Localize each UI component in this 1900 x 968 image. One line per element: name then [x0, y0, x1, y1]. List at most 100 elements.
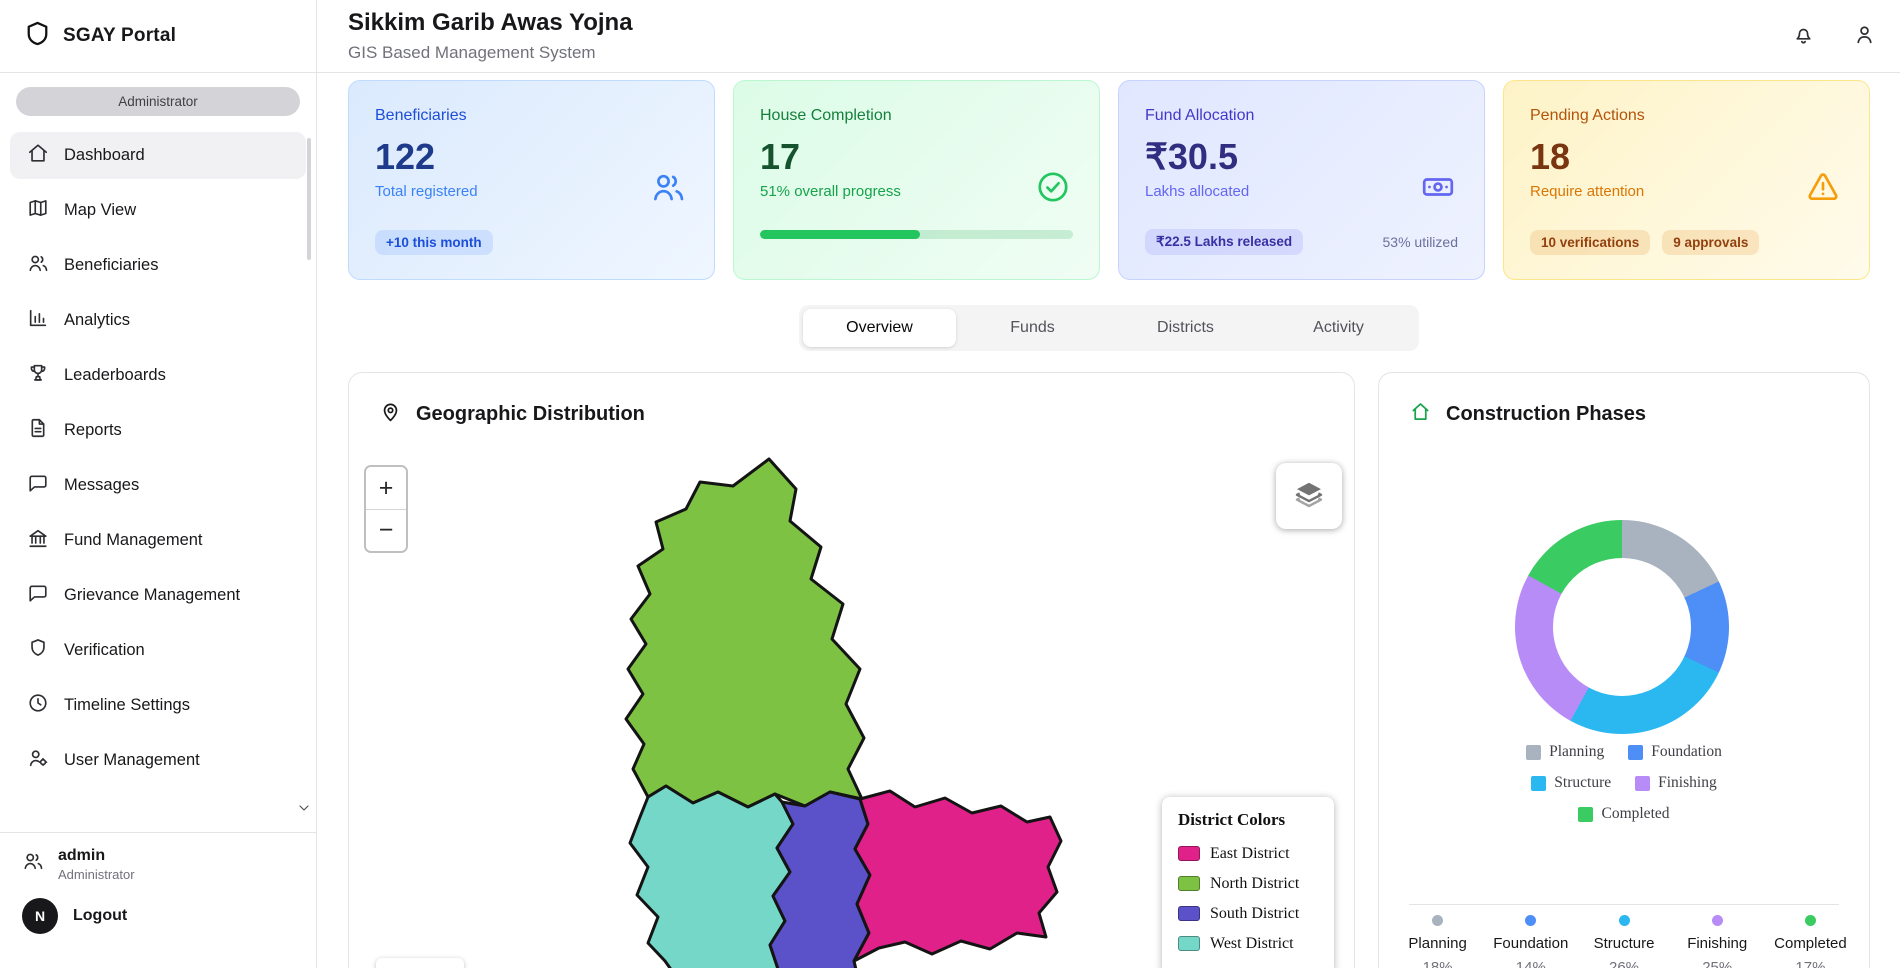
logout-button[interactable]: N Logout — [22, 898, 294, 934]
sidebar-item-label: Reports — [64, 421, 122, 440]
stat-subtitle: Lakhs allocated — [1145, 183, 1458, 200]
phases-stats-row: Planning 18% Foundation 14% Structure 26… — [1391, 915, 1857, 968]
map-canvas[interactable]: + − District Colors East District North … — [349, 455, 1354, 968]
sidebar-item-user-management[interactable]: User Management — [10, 737, 306, 784]
map-zoom-control: + − — [364, 465, 408, 553]
geographic-distribution-panel: Geographic Distribution + − — [348, 372, 1355, 968]
map-layers-control[interactable] — [1276, 463, 1342, 529]
bar-chart-icon — [27, 307, 49, 334]
district-shape-east[interactable] — [854, 791, 1061, 961]
map-pin-icon — [379, 400, 402, 428]
tab-overview[interactable]: Overview — [803, 309, 956, 347]
completion-progress-bar — [760, 230, 1073, 239]
role-badge: Administrator — [16, 87, 300, 116]
stat-value: ₹30.5 — [1145, 137, 1458, 177]
app-title: SGAY Portal — [63, 25, 176, 47]
zoom-in-button[interactable]: + — [366, 467, 406, 509]
finishing-dot — [1712, 915, 1723, 926]
sidebar-item-label: Beneficiaries — [64, 256, 158, 275]
stat-value: 17 — [760, 137, 1073, 177]
user-role: Administrator — [58, 867, 135, 882]
phases-panel-title: Construction Phases — [1446, 403, 1646, 426]
sidebar-logo: SGAY Portal — [0, 0, 316, 73]
legend-label: East District — [1210, 845, 1290, 863]
app-root: SGAY Portal Administrator Dashboard Map … — [0, 0, 1900, 968]
approvals-badge: 9 approvals — [1662, 230, 1759, 255]
tab-activity[interactable]: Activity — [1262, 309, 1415, 347]
user-name: admin — [58, 847, 135, 865]
tab-funds[interactable]: Funds — [956, 309, 1109, 347]
legend-item-west: West District — [1178, 931, 1318, 956]
phase-label: Structure — [1594, 935, 1655, 952]
foundation-swatch — [1628, 745, 1643, 760]
planning-swatch — [1526, 745, 1541, 760]
logout-label: Logout — [73, 907, 127, 925]
bell-icon[interactable] — [1792, 23, 1815, 51]
page-header: Sikkim Garib Awas Yojna GIS Based Manage… — [317, 0, 1900, 73]
page-subtitle: GIS Based Management System — [348, 43, 596, 63]
sidebar-item-beneficiaries[interactable]: Beneficiaries — [10, 242, 306, 289]
stat-card-house-completion: House Completion 17 51% overall progress — [733, 80, 1100, 280]
sidebar-scrollbar[interactable] — [307, 138, 311, 260]
finishing-swatch — [1635, 776, 1650, 791]
map-panel-header: Geographic Distribution — [349, 373, 1354, 455]
district-shape-north[interactable] — [626, 459, 864, 807]
sidebar-item-reports[interactable]: Reports — [10, 407, 306, 454]
house-icon — [1409, 400, 1432, 428]
west-district-swatch — [1178, 936, 1200, 951]
structure-swatch — [1531, 776, 1546, 791]
tab-districts[interactable]: Districts — [1109, 309, 1262, 347]
stat-cards-row: Beneficiaries 122 Total registered +10 t… — [348, 80, 1870, 280]
sidebar-item-label: Map View — [64, 201, 136, 220]
sidebar-item-analytics[interactable]: Analytics — [10, 297, 306, 344]
phase-label: Completed — [1774, 935, 1847, 952]
sidebar-item-map-view[interactable]: Map View — [10, 187, 306, 234]
completion-progress-fill — [760, 230, 920, 239]
home-icon — [27, 142, 49, 169]
legend-label: North District — [1210, 875, 1299, 893]
sidebar-item-dashboard[interactable]: Dashboard — [10, 132, 306, 179]
sidebar-item-grievance-management[interactable]: Grievance Management — [10, 572, 306, 619]
legend-item-south: South District — [1178, 901, 1318, 926]
map-icon — [27, 197, 49, 224]
sidebar-item-label: Analytics — [64, 311, 130, 330]
district-shape-west[interactable] — [630, 786, 793, 968]
phase-label: Planning — [1408, 935, 1466, 952]
user-profile-icon[interactable] — [1853, 23, 1876, 51]
completed-swatch — [1578, 807, 1593, 822]
planning-dot — [1432, 915, 1443, 926]
sidebar-item-label: Timeline Settings — [64, 696, 190, 715]
sidebar-item-label: Messages — [64, 476, 139, 495]
users-icon — [650, 169, 686, 205]
sidebar-item-label: Fund Management — [64, 531, 203, 550]
stat-title: Fund Allocation — [1145, 107, 1458, 125]
zoom-out-button[interactable]: − — [366, 509, 406, 551]
chevron-down-icon[interactable] — [296, 800, 312, 816]
phase-label: Finishing — [1687, 935, 1747, 952]
page-title: Sikkim Garib Awas Yojna — [348, 9, 633, 37]
verifications-badge: 10 verifications — [1530, 230, 1650, 255]
phase-value: 25% — [1702, 959, 1732, 968]
check-circle-icon — [1035, 169, 1071, 205]
sidebar-item-timeline-settings[interactable]: Timeline Settings — [10, 682, 306, 729]
sidebar-item-leaderboards[interactable]: Leaderboards — [10, 352, 306, 399]
layers-icon — [1293, 478, 1325, 515]
phase-value: 26% — [1609, 959, 1639, 968]
phases-panel-header: Construction Phases — [1379, 373, 1869, 455]
stat-subtitle: Require attention — [1530, 183, 1843, 200]
phase-value: 14% — [1516, 959, 1546, 968]
sidebar-item-fund-management[interactable]: Fund Management — [10, 517, 306, 564]
phase-stat-finishing: Finishing 25% — [1671, 915, 1764, 968]
header-actions — [1792, 0, 1876, 73]
sidebar: SGAY Portal Administrator Dashboard Map … — [0, 0, 317, 968]
stat-title: House Completion — [760, 107, 1073, 125]
sidebar-item-label: Leaderboards — [64, 366, 166, 385]
phase-stat-structure: Structure 26% — [1577, 915, 1670, 968]
sidebar-item-messages[interactable]: Messages — [10, 462, 306, 509]
stat-subtitle: 51% overall progress — [760, 183, 1073, 200]
sidebar-item-verification[interactable]: Verification — [10, 627, 306, 674]
shield-icon — [27, 637, 49, 664]
phases-donut — [1515, 520, 1729, 734]
phase-label: Foundation — [1493, 935, 1568, 952]
chat-icon — [27, 472, 49, 499]
